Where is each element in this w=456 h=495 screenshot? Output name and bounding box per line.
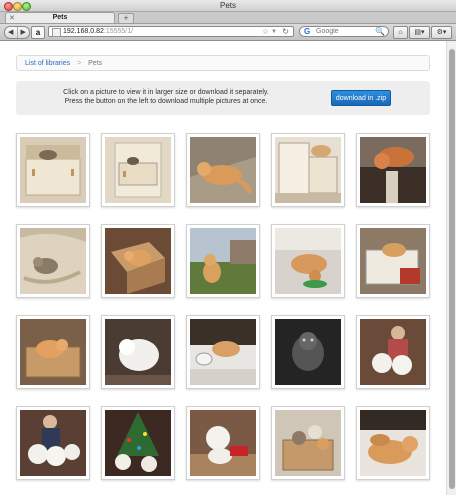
photo-thumbnail[interactable] (356, 224, 430, 298)
page-menu-button[interactable]: ▤▾ (409, 26, 430, 39)
photo-thumbnail[interactable] (186, 406, 260, 480)
photo-image (360, 410, 426, 476)
photo-image (105, 319, 171, 385)
photo-image (275, 410, 341, 476)
page-viewport: List of libraries > Pets Click on a pict… (0, 41, 456, 495)
back-icon[interactable]: ◀ (5, 27, 17, 38)
new-tab-button[interactable]: + (118, 13, 134, 24)
download-info-panel: Click on a picture to view it in larger … (16, 81, 430, 115)
breadcrumb-root-link[interactable]: List of libraries (25, 60, 70, 67)
search-input[interactable] (316, 27, 376, 36)
gear-icon: ⚙▾ (436, 29, 447, 36)
photo-image (190, 410, 256, 476)
photo-image (275, 228, 341, 294)
breadcrumb: List of libraries > Pets (16, 55, 430, 71)
photo-image (360, 228, 426, 294)
bookmark-star-icon[interactable]: ☆ (262, 27, 269, 37)
photo-image (20, 228, 86, 294)
photo-thumbnail[interactable] (16, 133, 90, 207)
title-bar: Pets (0, 0, 456, 12)
photo-thumbnail[interactable] (271, 406, 345, 480)
history-dropdown-icon[interactable]: ▼ (271, 27, 277, 37)
tools-menu-button[interactable]: ⚙▾ (431, 26, 452, 39)
home-icon: ⌂ (398, 29, 403, 36)
photo-image (20, 410, 86, 476)
home-button[interactable]: ⌂ (393, 26, 408, 39)
tab-bar: ✕ Pets + (0, 12, 456, 24)
page-icon: ▤▾ (414, 29, 425, 36)
photo-thumbnail[interactable] (356, 315, 430, 389)
photo-thumbnail[interactable] (101, 224, 175, 298)
url-text[interactable]: 192.168.0.82:15555/1/ (63, 27, 133, 37)
scrollbar-thumb[interactable] (449, 49, 455, 489)
photo-thumbnail[interactable] (101, 315, 175, 389)
photo-thumbnail[interactable] (16, 315, 90, 389)
photo-thumbnail[interactable] (16, 406, 90, 480)
google-icon[interactable]: G (304, 27, 310, 37)
photo-image (20, 319, 86, 385)
window-title: Pets (219, 1, 236, 10)
photo-image (190, 228, 256, 294)
photo-thumbnail[interactable] (101, 406, 175, 480)
breadcrumb-separator: > (77, 60, 82, 67)
search-clear-icon[interactable]: 🔍 (375, 27, 385, 37)
video-camera-icon (159, 375, 168, 381)
nav-buttons: ◀ ▶ (4, 26, 30, 39)
amazon-bookmark-button[interactable]: a (31, 26, 45, 39)
photo-thumbnail[interactable] (16, 224, 90, 298)
photo-thumbnail[interactable] (356, 406, 430, 480)
browser-window: Pets ✕ Pets + ◀ ▶ a 192.168.0.82:15555/1… (0, 0, 456, 495)
video-camera-icon (414, 193, 423, 199)
photo-image (105, 410, 171, 476)
breadcrumb-current: Pets (88, 60, 103, 67)
photo-image (275, 137, 341, 203)
tab-title: Pets (52, 14, 68, 21)
tab-pets[interactable]: ✕ Pets (5, 12, 115, 23)
info-text-line-2: Press the button on the left to download… (64, 98, 268, 105)
photo-image (275, 319, 341, 385)
photo-thumbnail[interactable] (186, 224, 260, 298)
photo-image (360, 319, 426, 385)
photo-thumbnail[interactable] (271, 224, 345, 298)
reload-icon[interactable]: ↻ (282, 27, 289, 37)
photo-thumbnail[interactable] (186, 133, 260, 207)
download-zip-button[interactable]: download in .zip (331, 90, 391, 106)
photo-image (190, 137, 256, 203)
photo-image (360, 137, 426, 203)
photo-image (190, 319, 256, 385)
photo-thumbnail[interactable] (101, 133, 175, 207)
page-favicon-icon (52, 28, 61, 37)
photo-thumbnail[interactable] (186, 315, 260, 389)
photo-image (105, 228, 171, 294)
forward-icon[interactable]: ▶ (16, 27, 30, 38)
info-text-line-1: Click on a picture to view it in larger … (63, 89, 269, 96)
photo-thumbnail[interactable] (271, 133, 345, 207)
photo-image (105, 137, 171, 203)
address-bar[interactable]: 192.168.0.82:15555/1/ ☆ ▼ ↻ (48, 26, 294, 37)
photo-thumbnail[interactable] (356, 133, 430, 207)
search-bar[interactable]: G 🔍 (299, 26, 389, 37)
browser-toolbar: ◀ ▶ a 192.168.0.82:15555/1/ ☆ ▼ ↻ G 🔍 ⌂ … (0, 24, 456, 41)
photo-image (20, 137, 86, 203)
photo-thumbnail[interactable] (271, 315, 345, 389)
